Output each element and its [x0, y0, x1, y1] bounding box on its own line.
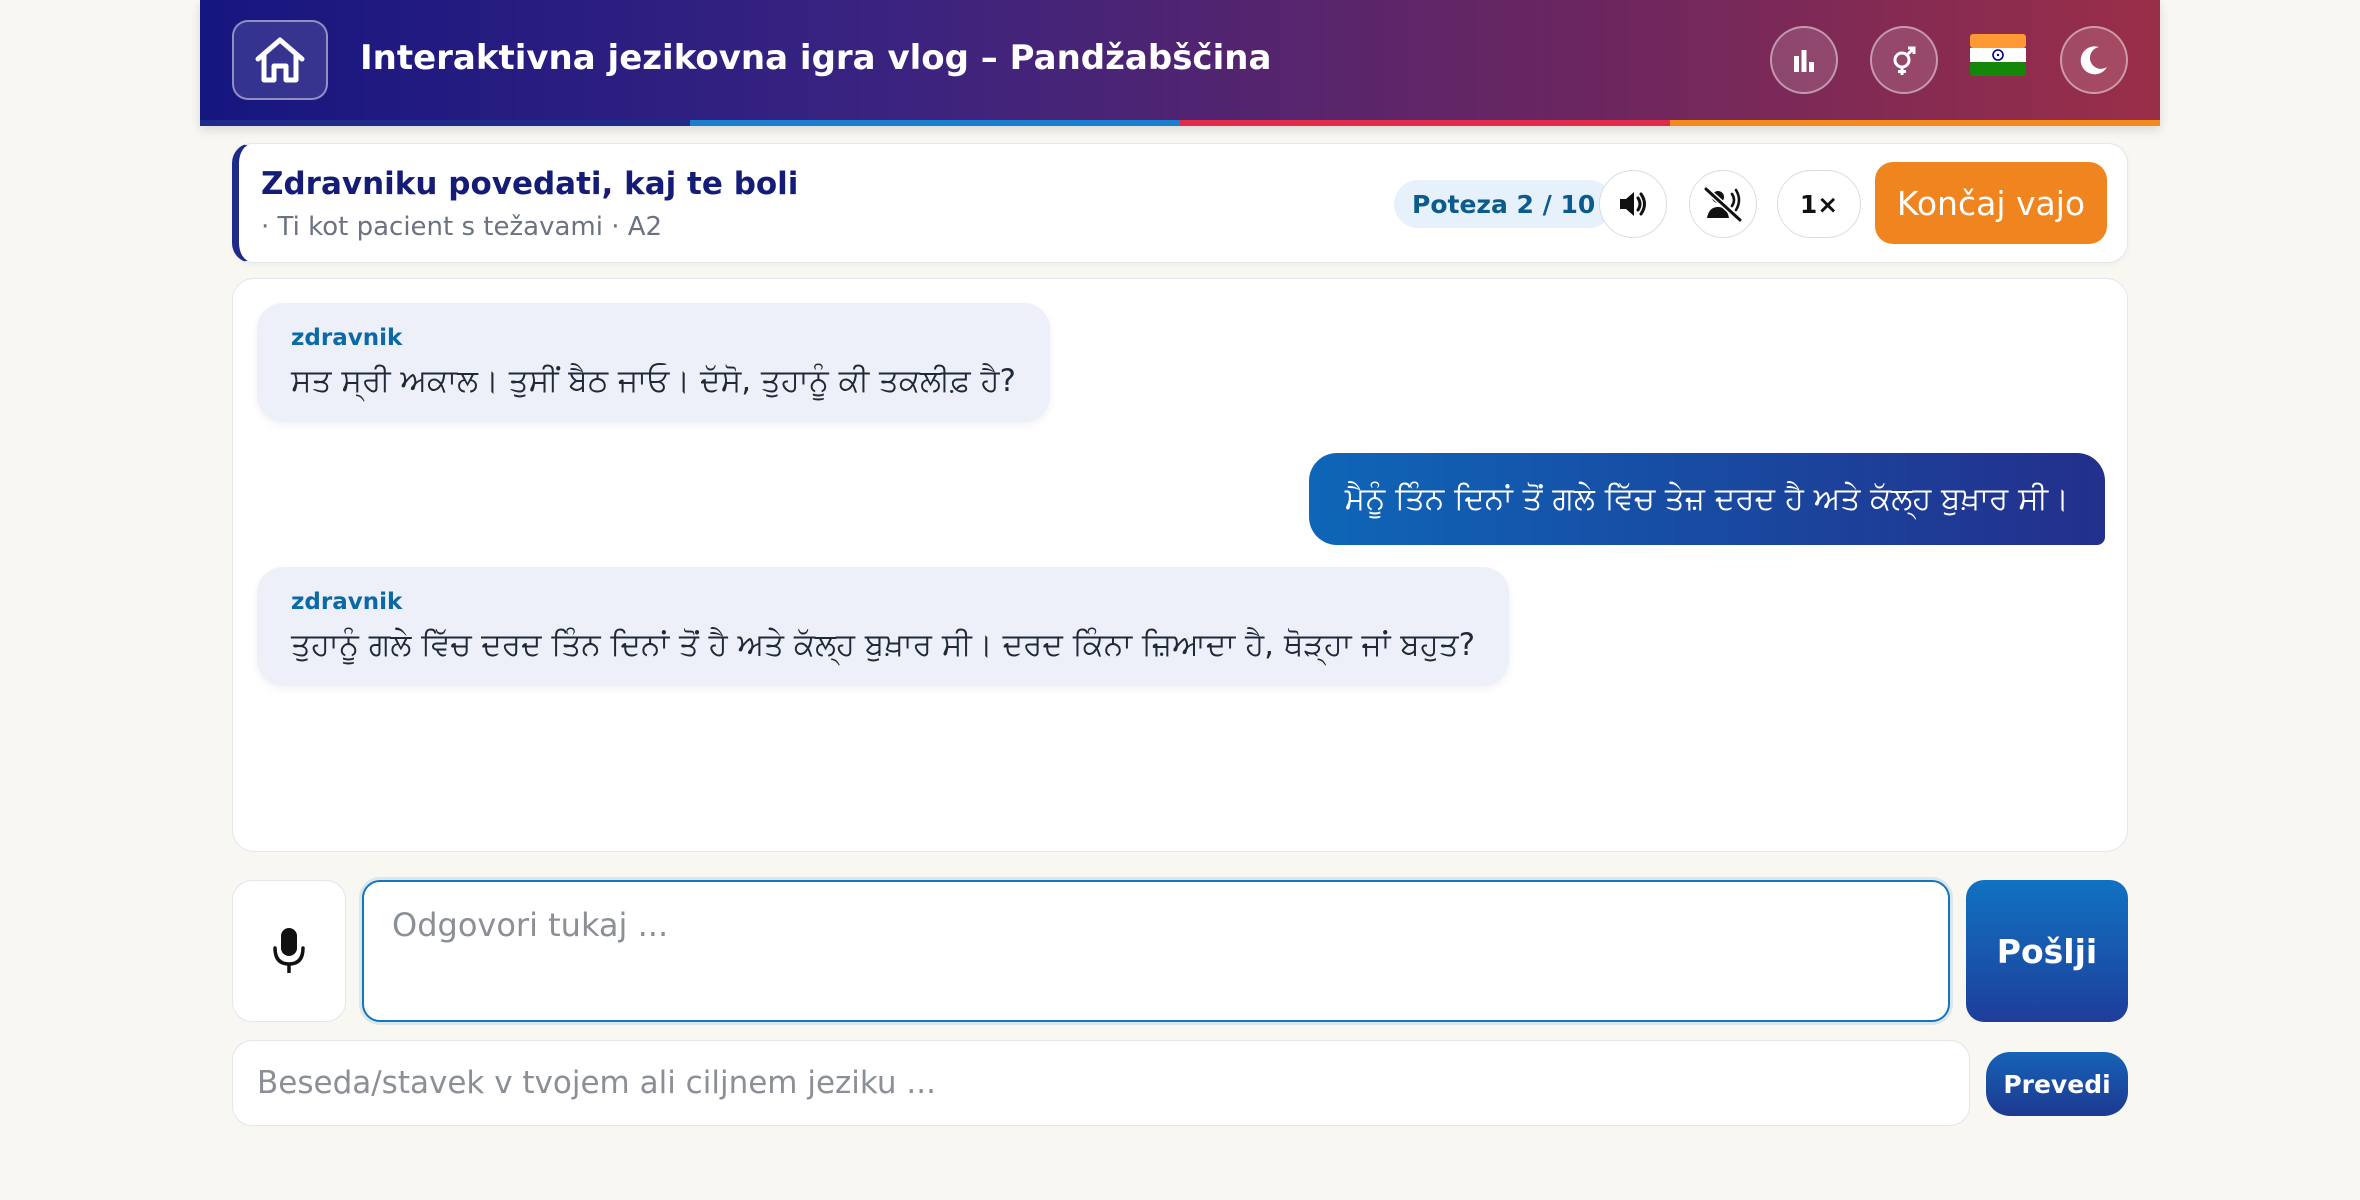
message-text: ਤੁਹਾਨੂੰ ਗਲੇ ਵਿੱਚ ਦਰਦ ਤਿੰਨ ਦਿਨਾਂ ਤੋਂ ਹੈ ਅ… [291, 627, 1476, 663]
gender-icon [1893, 46, 1916, 75]
bar-chart-icon [1794, 50, 1814, 72]
india-flag-icon[interactable] [1970, 34, 2026, 76]
translate-input[interactable] [232, 1040, 1970, 1126]
moon-icon [2080, 46, 2107, 75]
header-stripe [200, 120, 2160, 126]
message-speaker: zdravnik [291, 589, 403, 615]
app-title: Interaktivna jezikovna igra vlog – Pandž… [360, 38, 1272, 78]
message-outgoing: ਮੈਨੂੰ ਤਿੰਨ ਦਿਨਾਂ ਤੋਂ ਗਲੇ ਵਿੱਚ ਤੇਜ਼ ਦਰਦ ਹ… [1308, 453, 2105, 545]
translate-button[interactable]: Prevedi [1986, 1052, 2128, 1116]
message-text: ਸਤ ਸ੍ਰੀ ਅਕਾਲ। ਤੁਸੀਂ ਬੈਠ ਜਾਓ। ਦੱਸੋ, ਤੁਹਾਨ… [291, 363, 1016, 399]
voice-off-icon [1703, 186, 1743, 222]
end-exercise-button[interactable]: Končaj vajo [1875, 162, 2107, 244]
scenario-subtitle: · Ti kot pacient s težavami · A2 [261, 212, 663, 242]
speaker-icon [1620, 192, 1646, 216]
theme-toggle-button[interactable] [2060, 26, 2128, 94]
turn-counter-badge: Poteza 2 / 10 [1394, 180, 1614, 228]
playback-speed-button[interactable]: 1× [1777, 170, 1861, 238]
voice-off-button[interactable] [1689, 170, 1757, 238]
home-icon [255, 37, 305, 83]
scenario-card: Zdravniku povedati, kaj te boli · Ti kot… [232, 143, 2128, 263]
home-button[interactable] [232, 20, 328, 100]
message-incoming: zdravnik ਸਤ ਸ੍ਰੀ ਅਕਾਲ। ਤੁਸੀਂ ਬੈਠ ਜਾਓ। ਦੱ… [257, 303, 1050, 422]
scenario-title: Zdravniku povedati, kaj te boli [261, 166, 799, 202]
message-incoming: zdravnik ਤੁਹਾਨੂੰ ਗਲੇ ਵਿੱਚ ਦਰਦ ਤਿੰਨ ਦਿਨਾਂ… [257, 567, 1510, 686]
message-speaker: zdravnik [291, 325, 403, 351]
gender-button[interactable] [1870, 26, 1938, 94]
stats-button[interactable] [1770, 26, 1838, 94]
sound-button[interactable] [1599, 170, 1667, 238]
answer-input[interactable] [362, 880, 1950, 1022]
chat-panel: zdravnik ਸਤ ਸ੍ਰੀ ਅਕਾਲ। ਤੁਸੀਂ ਬੈਠ ਜਾਓ। ਦੱ… [232, 278, 2128, 852]
app-header: Interaktivna jezikovna igra vlog – Pandž… [200, 0, 2160, 126]
microphone-button[interactable] [232, 880, 346, 1022]
microphone-icon [273, 928, 305, 973]
send-button[interactable]: Pošlji [1966, 880, 2128, 1022]
